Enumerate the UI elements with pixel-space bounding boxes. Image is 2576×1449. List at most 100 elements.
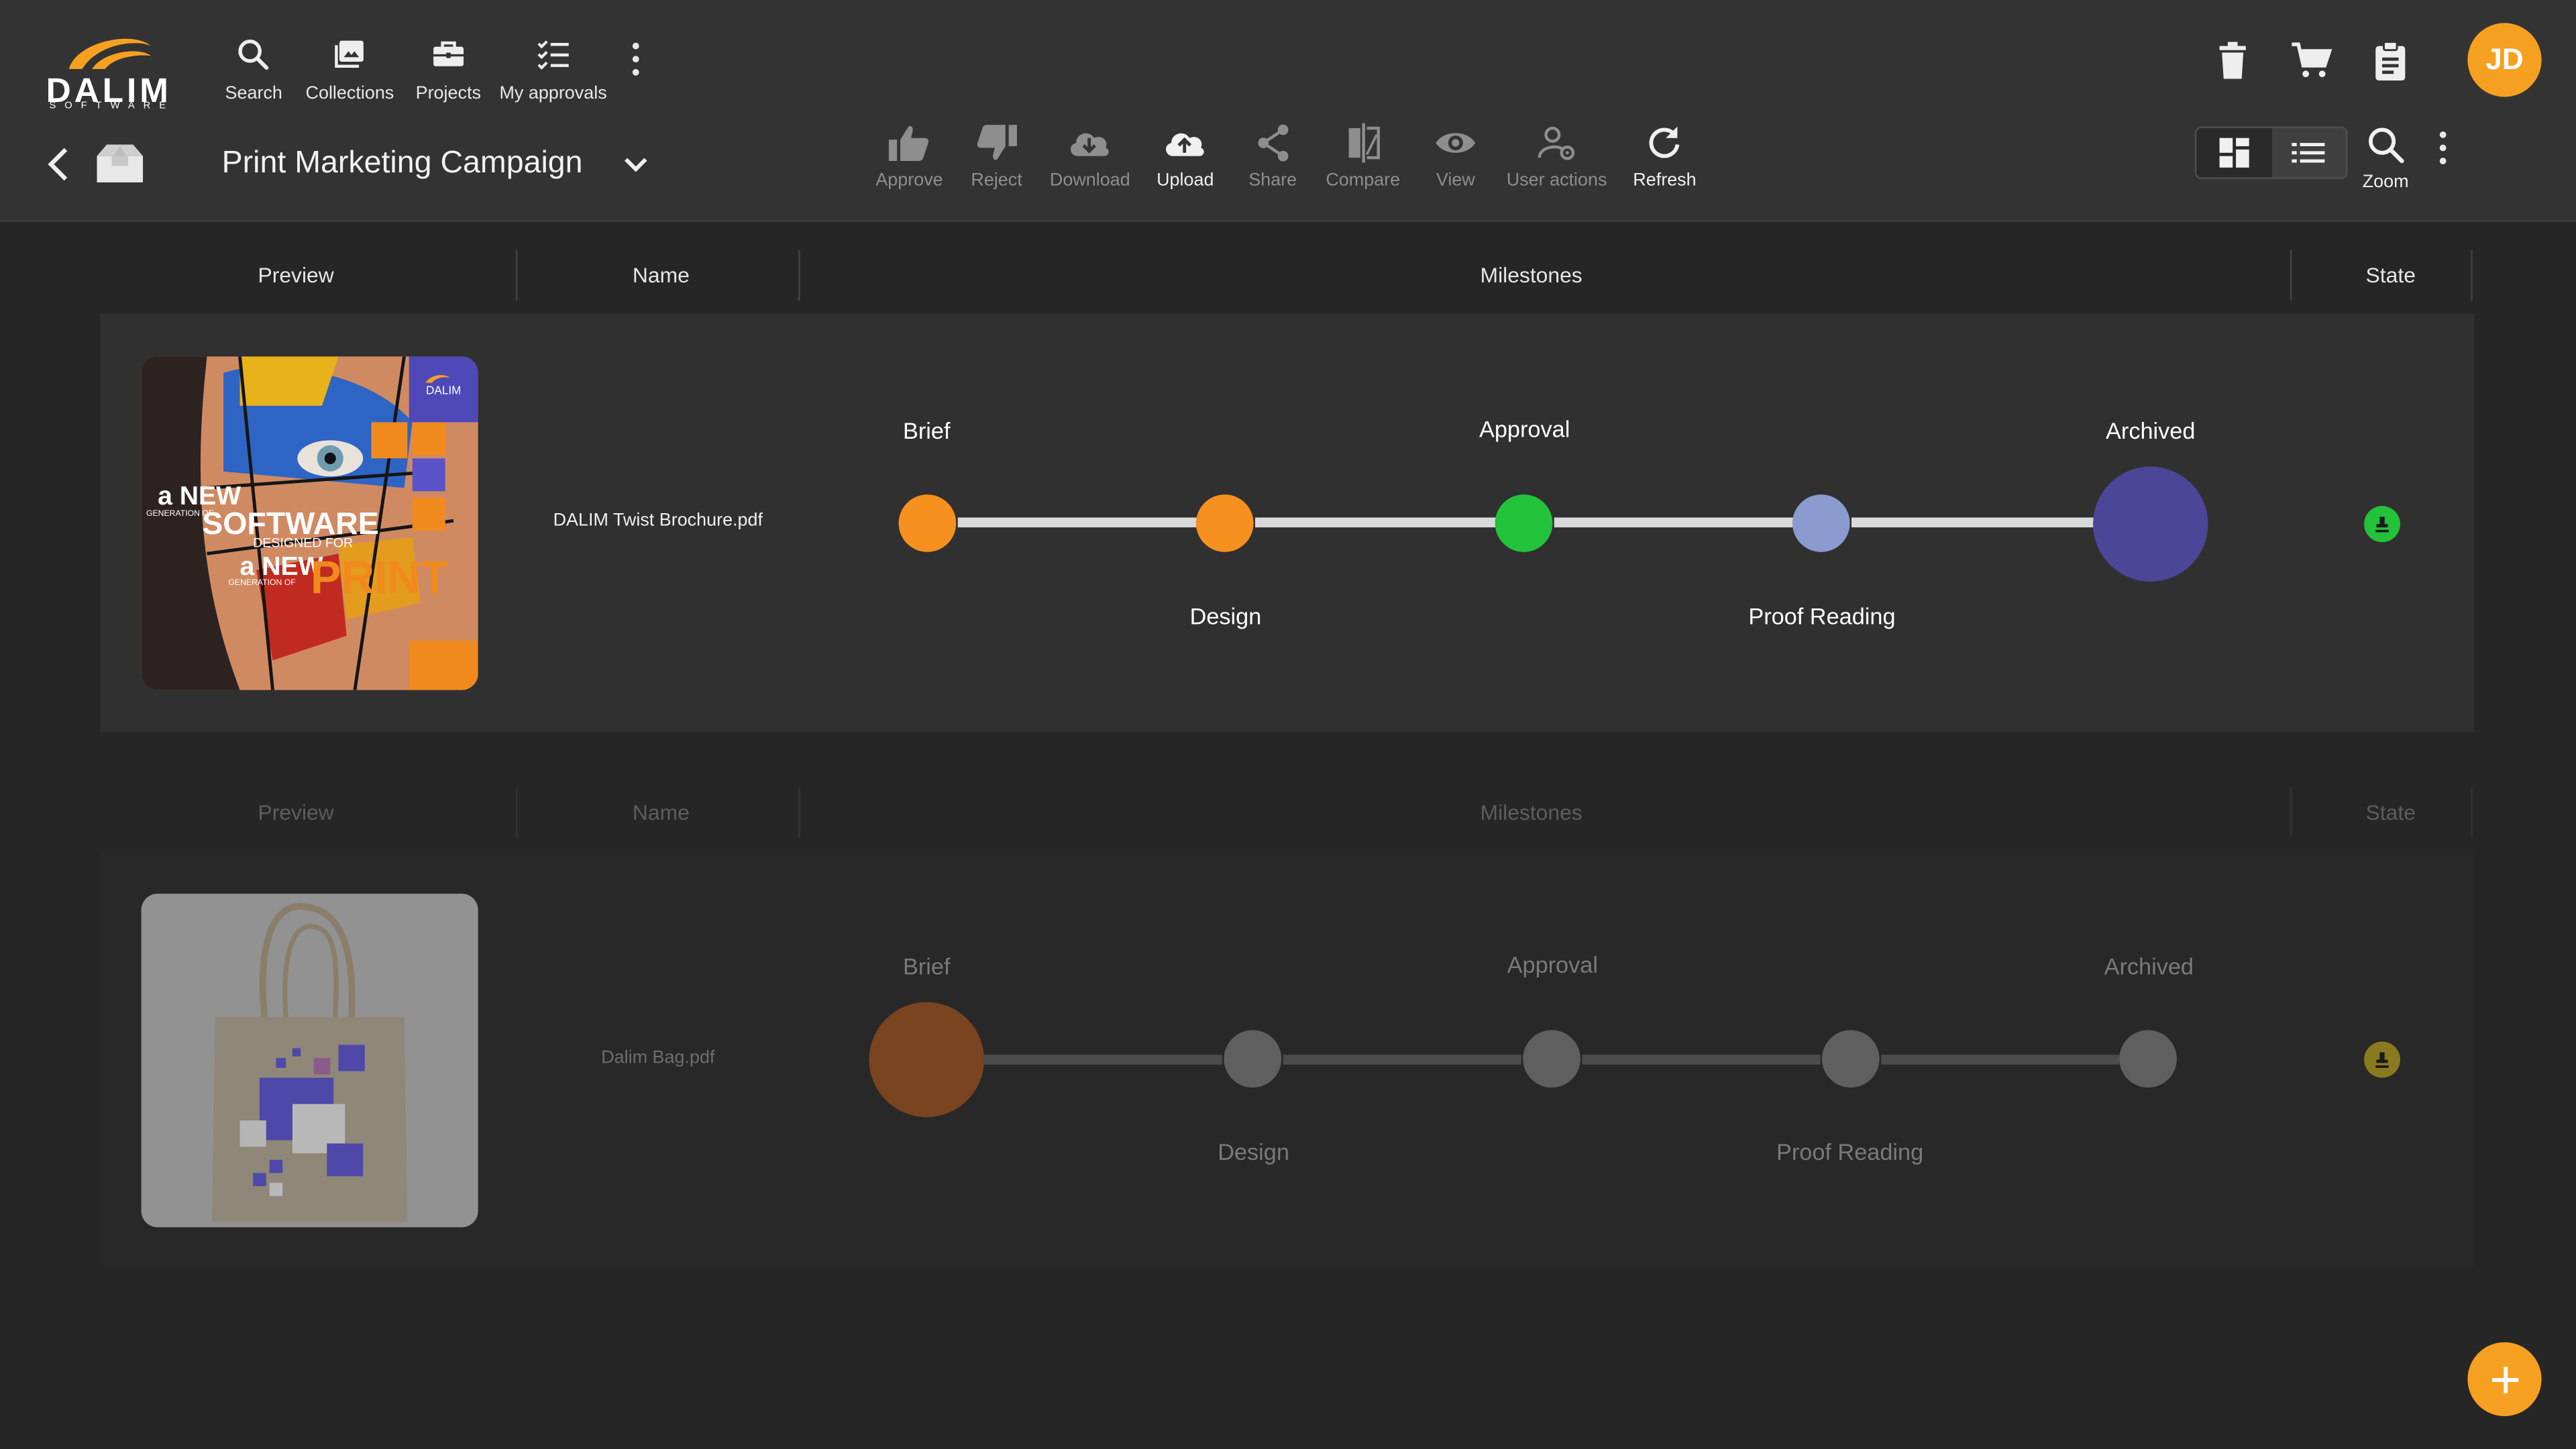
user-gear-icon [1537, 126, 1574, 160]
column-divider [2471, 787, 2473, 838]
refresh-label: Refresh [1633, 170, 1697, 191]
app-window: DALIM SOFTWARE Search Collections Projec… [0, 0, 2576, 1449]
nav-search[interactable]: Search [225, 36, 282, 103]
col-preview-header: Preview [258, 799, 334, 824]
milestone-connector [1881, 1055, 2120, 1065]
milestone-connector [1851, 517, 2098, 528]
list-view-icon [2292, 143, 2325, 163]
stamp-icon [2375, 1052, 2389, 1068]
nav-my-approvals[interactable]: My approvals [499, 36, 607, 104]
share-icon [1257, 124, 1288, 162]
toolbar-more-button[interactable] [2438, 131, 2448, 171]
milestone-connector [957, 517, 1221, 528]
upload-button[interactable]: Upload [1157, 121, 1214, 191]
zoom-icon [2369, 127, 2404, 164]
column-divider [2290, 787, 2292, 838]
chevron-down-icon[interactable] [621, 148, 651, 180]
briefcase-icon [433, 41, 464, 66]
milestone-brief-label: Brief [902, 417, 951, 444]
state-badge[interactable] [2364, 1041, 2400, 1078]
nav-projects[interactable]: Projects [416, 36, 481, 103]
add-button[interactable] [2467, 1342, 2542, 1417]
col-name-header[interactable]: Name [633, 246, 690, 302]
reject-label: Reject [971, 170, 1022, 191]
collections-icon [334, 40, 364, 68]
brochure-artwork: DALIM a NEW GENERATION OF SOFTWARE DESIG… [141, 356, 478, 690]
milestone-archived-dot[interactable] [2119, 1030, 2177, 1088]
milestone-connector [1283, 1055, 1521, 1065]
view-toggle [2194, 126, 2348, 179]
share-button[interactable]: Share [1248, 121, 1297, 191]
reject-button[interactable]: Reject [971, 121, 1022, 191]
trash-icon[interactable] [2213, 40, 2253, 83]
table-row[interactable]: DALIM a NEW GENERATION OF SOFTWARE DESIG… [100, 313, 2475, 733]
stamp-icon [2375, 517, 2389, 533]
view-button[interactable]: View [1433, 121, 1479, 191]
milestone-design-label: Design [1189, 602, 1262, 629]
compare-button[interactable]: Compare [1326, 121, 1400, 191]
milestone-brief-dot[interactable] [898, 494, 957, 552]
logo-subtitle: SOFTWARE [49, 101, 175, 112]
plus-icon [2491, 1366, 2518, 1393]
eye-icon [1436, 133, 1476, 153]
cart-icon[interactable] [2290, 40, 2333, 83]
milestone-design-dot[interactable] [1224, 1030, 1282, 1088]
milestone-brief-dot[interactable] [869, 1002, 984, 1118]
milestone-design-dot[interactable] [1195, 494, 1254, 552]
nav-my-approvals-label: My approvals [499, 83, 607, 104]
view-label: View [1436, 170, 1475, 191]
milestone-approval-label: Approval [1507, 951, 1598, 978]
refresh-button[interactable]: Refresh [1633, 121, 1697, 191]
thumb-tag3: GENERATION OF [228, 578, 295, 587]
project-title: Print Marketing Campaign [221, 146, 583, 181]
top-bar: DALIM SOFTWARE Search Collections Projec… [0, 0, 2576, 222]
search-icon [239, 40, 270, 70]
milestone-brief-label: Brief [902, 953, 951, 979]
thumb-line4: PRINT [311, 551, 449, 603]
milestone-approval-dot[interactable] [1523, 1030, 1580, 1088]
thumb-brand-text: DALIM [426, 384, 461, 397]
state-badge[interactable] [2364, 506, 2400, 543]
download-label: Download [1049, 170, 1130, 191]
file-name[interactable]: Dalim Bag.pdf [515, 1048, 802, 1067]
nav-collections[interactable]: Collections [306, 36, 394, 103]
thumb-tag2: DESIGNED FOR [253, 536, 353, 551]
milestone-approval-dot[interactable] [1495, 494, 1553, 552]
back-arrow-icon[interactable] [43, 145, 72, 184]
user-actions-button[interactable]: User actions [1507, 121, 1607, 191]
milestone-design-label: Design [1218, 1138, 1289, 1165]
column-divider [798, 787, 800, 838]
col-state-header[interactable]: State [2366, 246, 2416, 302]
list-view-button[interactable] [2271, 128, 2347, 178]
user-avatar[interactable]: JD [2467, 23, 2542, 97]
file-name[interactable]: DALIM Twist Brochure.pdf [515, 511, 802, 531]
col-preview-header[interactable]: Preview [258, 246, 333, 302]
download-button[interactable]: Download [1050, 121, 1130, 191]
column-divider [798, 250, 800, 301]
user-actions-label: User actions [1506, 170, 1607, 191]
milestone-archived-label: Archived [2104, 953, 2194, 979]
clipboard-icon[interactable] [2371, 40, 2410, 83]
zoom-button[interactable]: Zoom [2362, 125, 2409, 193]
bag-thumbnail[interactable] [141, 894, 478, 1228]
thumbs-down-icon [976, 125, 1016, 160]
dalim-logo[interactable]: DALIM SOFTWARE [43, 33, 201, 115]
table-row[interactable]: Dalim Bag.pdf Brief Design Approval Proo… [100, 849, 2475, 1269]
column-divider [2471, 250, 2473, 301]
milestone-proof-reading-dot[interactable] [1792, 494, 1850, 552]
milestone-proof-reading-label: Proof Reading [1776, 1138, 1924, 1165]
approve-button[interactable]: Approve [875, 121, 943, 191]
grid-view-button[interactable] [2196, 128, 2271, 178]
milestone-archived-dot[interactable] [2093, 466, 2208, 582]
zoom-label: Zoom [2362, 172, 2409, 193]
compare-icon [1348, 123, 1379, 163]
upload-label: Upload [1157, 170, 1214, 191]
nav-more-button[interactable] [631, 42, 641, 83]
milestone-proof-reading-dot[interactable] [1821, 1030, 1880, 1088]
milestone-connector [1554, 517, 1817, 528]
approve-label: Approve [875, 170, 943, 191]
column-divider [2290, 250, 2292, 301]
cloud-upload-icon [1167, 133, 1205, 156]
brochure-thumbnail[interactable]: DALIM a NEW GENERATION OF SOFTWARE DESIG… [141, 356, 478, 690]
col-milestones-header[interactable]: Milestones [1481, 246, 1582, 302]
